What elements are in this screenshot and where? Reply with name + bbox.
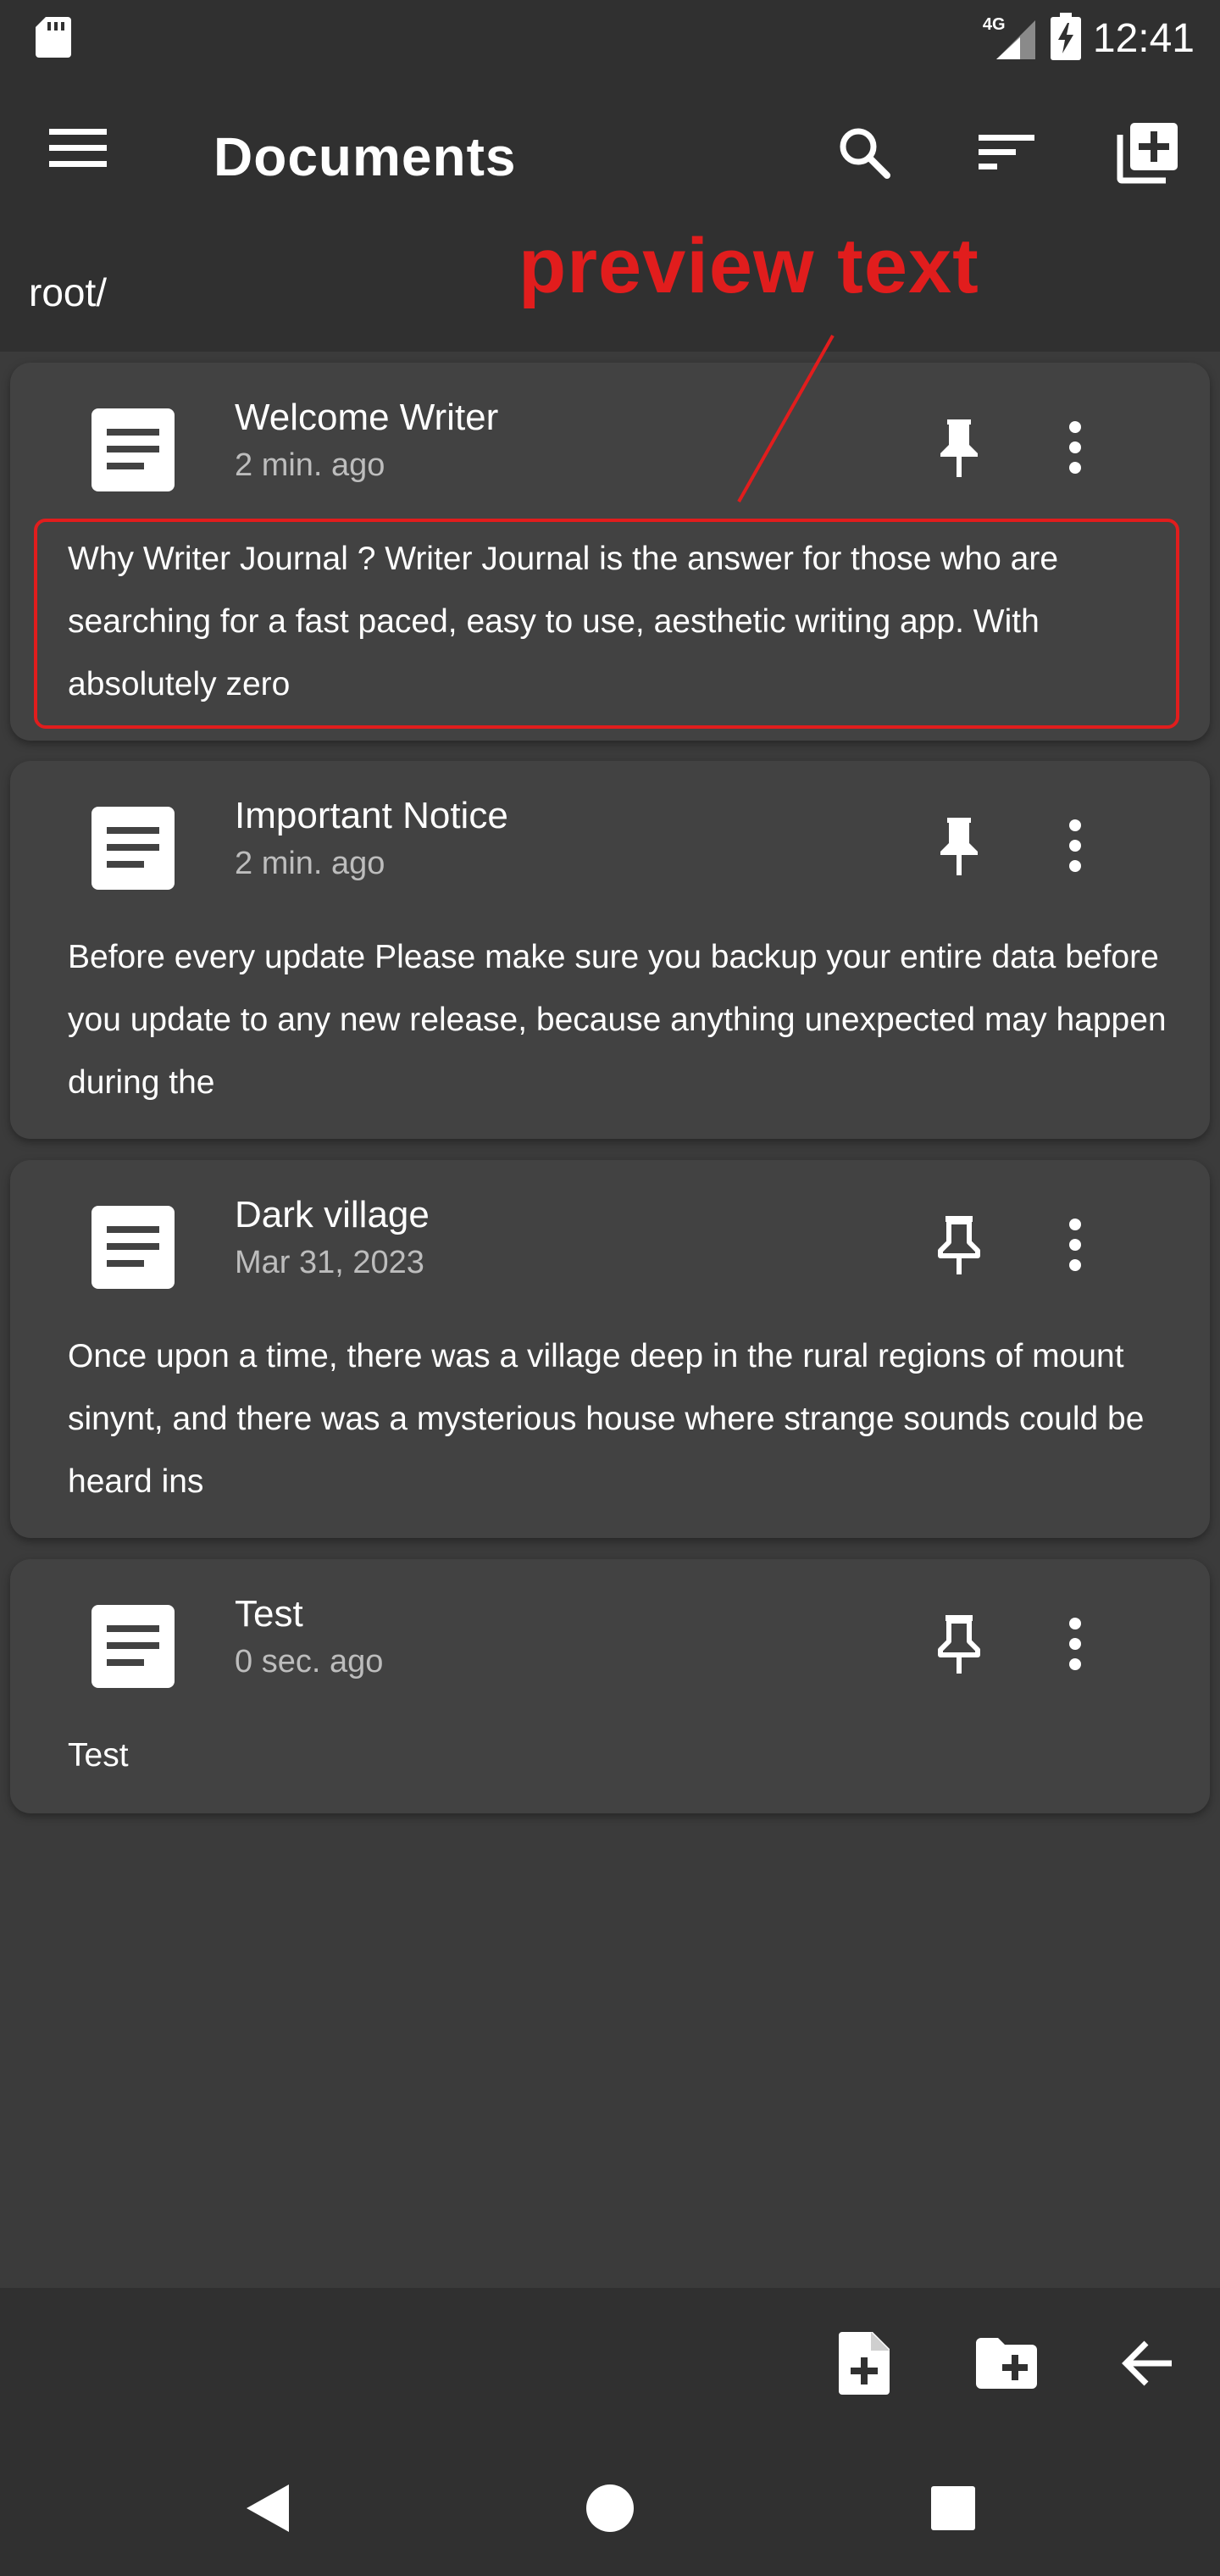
- signal-icon: 4G: [983, 15, 1039, 61]
- document-title: Welcome Writer: [235, 397, 499, 438]
- document-card[interactable]: Test 0 sec. ago Test: [10, 1559, 1210, 1813]
- breadcrumb-path[interactable]: root/: [29, 269, 107, 315]
- more-options-icon[interactable]: [1045, 1207, 1105, 1283]
- search-icon[interactable]: [830, 119, 898, 186]
- more-options-icon[interactable]: [1045, 1606, 1105, 1682]
- pin-outline-icon[interactable]: [921, 1606, 997, 1682]
- nav-home-icon[interactable]: [572, 2470, 648, 2546]
- document-title: Test: [235, 1593, 303, 1635]
- status-bar: 4G 12:41: [0, 0, 1220, 76]
- document-preview: Test: [68, 1737, 129, 1774]
- more-options-icon[interactable]: [1045, 409, 1105, 486]
- document-preview: Once upon a time, there was a village de…: [68, 1338, 1145, 1500]
- document-time: Mar 31, 2023: [235, 1245, 424, 1280]
- new-folder-icon[interactable]: [968, 2325, 1045, 2401]
- document-preview: Before every update Please make sure you…: [68, 939, 1167, 1101]
- add-library-icon[interactable]: [1114, 119, 1182, 186]
- clock: 12:41: [1092, 15, 1195, 61]
- menu-icon[interactable]: [49, 127, 117, 181]
- pin-outline-icon[interactable]: [921, 1207, 997, 1283]
- sd-card-icon: [34, 15, 73, 64]
- document-icon: [86, 1600, 180, 1693]
- document-preview: Why Writer Journal ? Writer Journal is t…: [68, 541, 1059, 702]
- pin-icon[interactable]: [921, 808, 997, 884]
- document-icon: [86, 1201, 180, 1294]
- page-title: Documents: [214, 126, 517, 187]
- status-icons: 4G 12:41: [983, 8, 1195, 68]
- document-title: Dark village: [235, 1194, 430, 1235]
- nav-recents-icon[interactable]: [915, 2470, 991, 2546]
- document-card[interactable]: Dark village Mar 31, 2023 Once upon a ti…: [10, 1160, 1210, 1538]
- document-card[interactable]: Welcome Writer 2 min. ago Why Writer Jou…: [10, 363, 1210, 741]
- document-icon: [86, 802, 180, 895]
- system-nav-bar: [0, 2436, 1220, 2576]
- sort-icon[interactable]: [973, 119, 1040, 186]
- nav-back-icon[interactable]: [229, 2470, 305, 2546]
- bottom-toolbar: [0, 2288, 1220, 2436]
- battery-charging-icon: [1050, 12, 1081, 64]
- document-card[interactable]: Important Notice 2 min. ago Before every…: [10, 761, 1210, 1139]
- app-bar: Documents: [0, 76, 1220, 229]
- new-file-icon[interactable]: [826, 2325, 902, 2401]
- document-time: 0 sec. ago: [235, 1644, 384, 1679]
- document-time: 2 min. ago: [235, 447, 385, 483]
- pin-icon[interactable]: [921, 409, 997, 486]
- more-options-icon[interactable]: [1045, 808, 1105, 884]
- annotation-label: preview text: [518, 223, 979, 309]
- document-icon: [86, 403, 180, 497]
- back-arrow-icon[interactable]: [1110, 2325, 1186, 2401]
- document-time: 2 min. ago: [235, 846, 385, 881]
- document-title: Important Notice: [235, 795, 508, 836]
